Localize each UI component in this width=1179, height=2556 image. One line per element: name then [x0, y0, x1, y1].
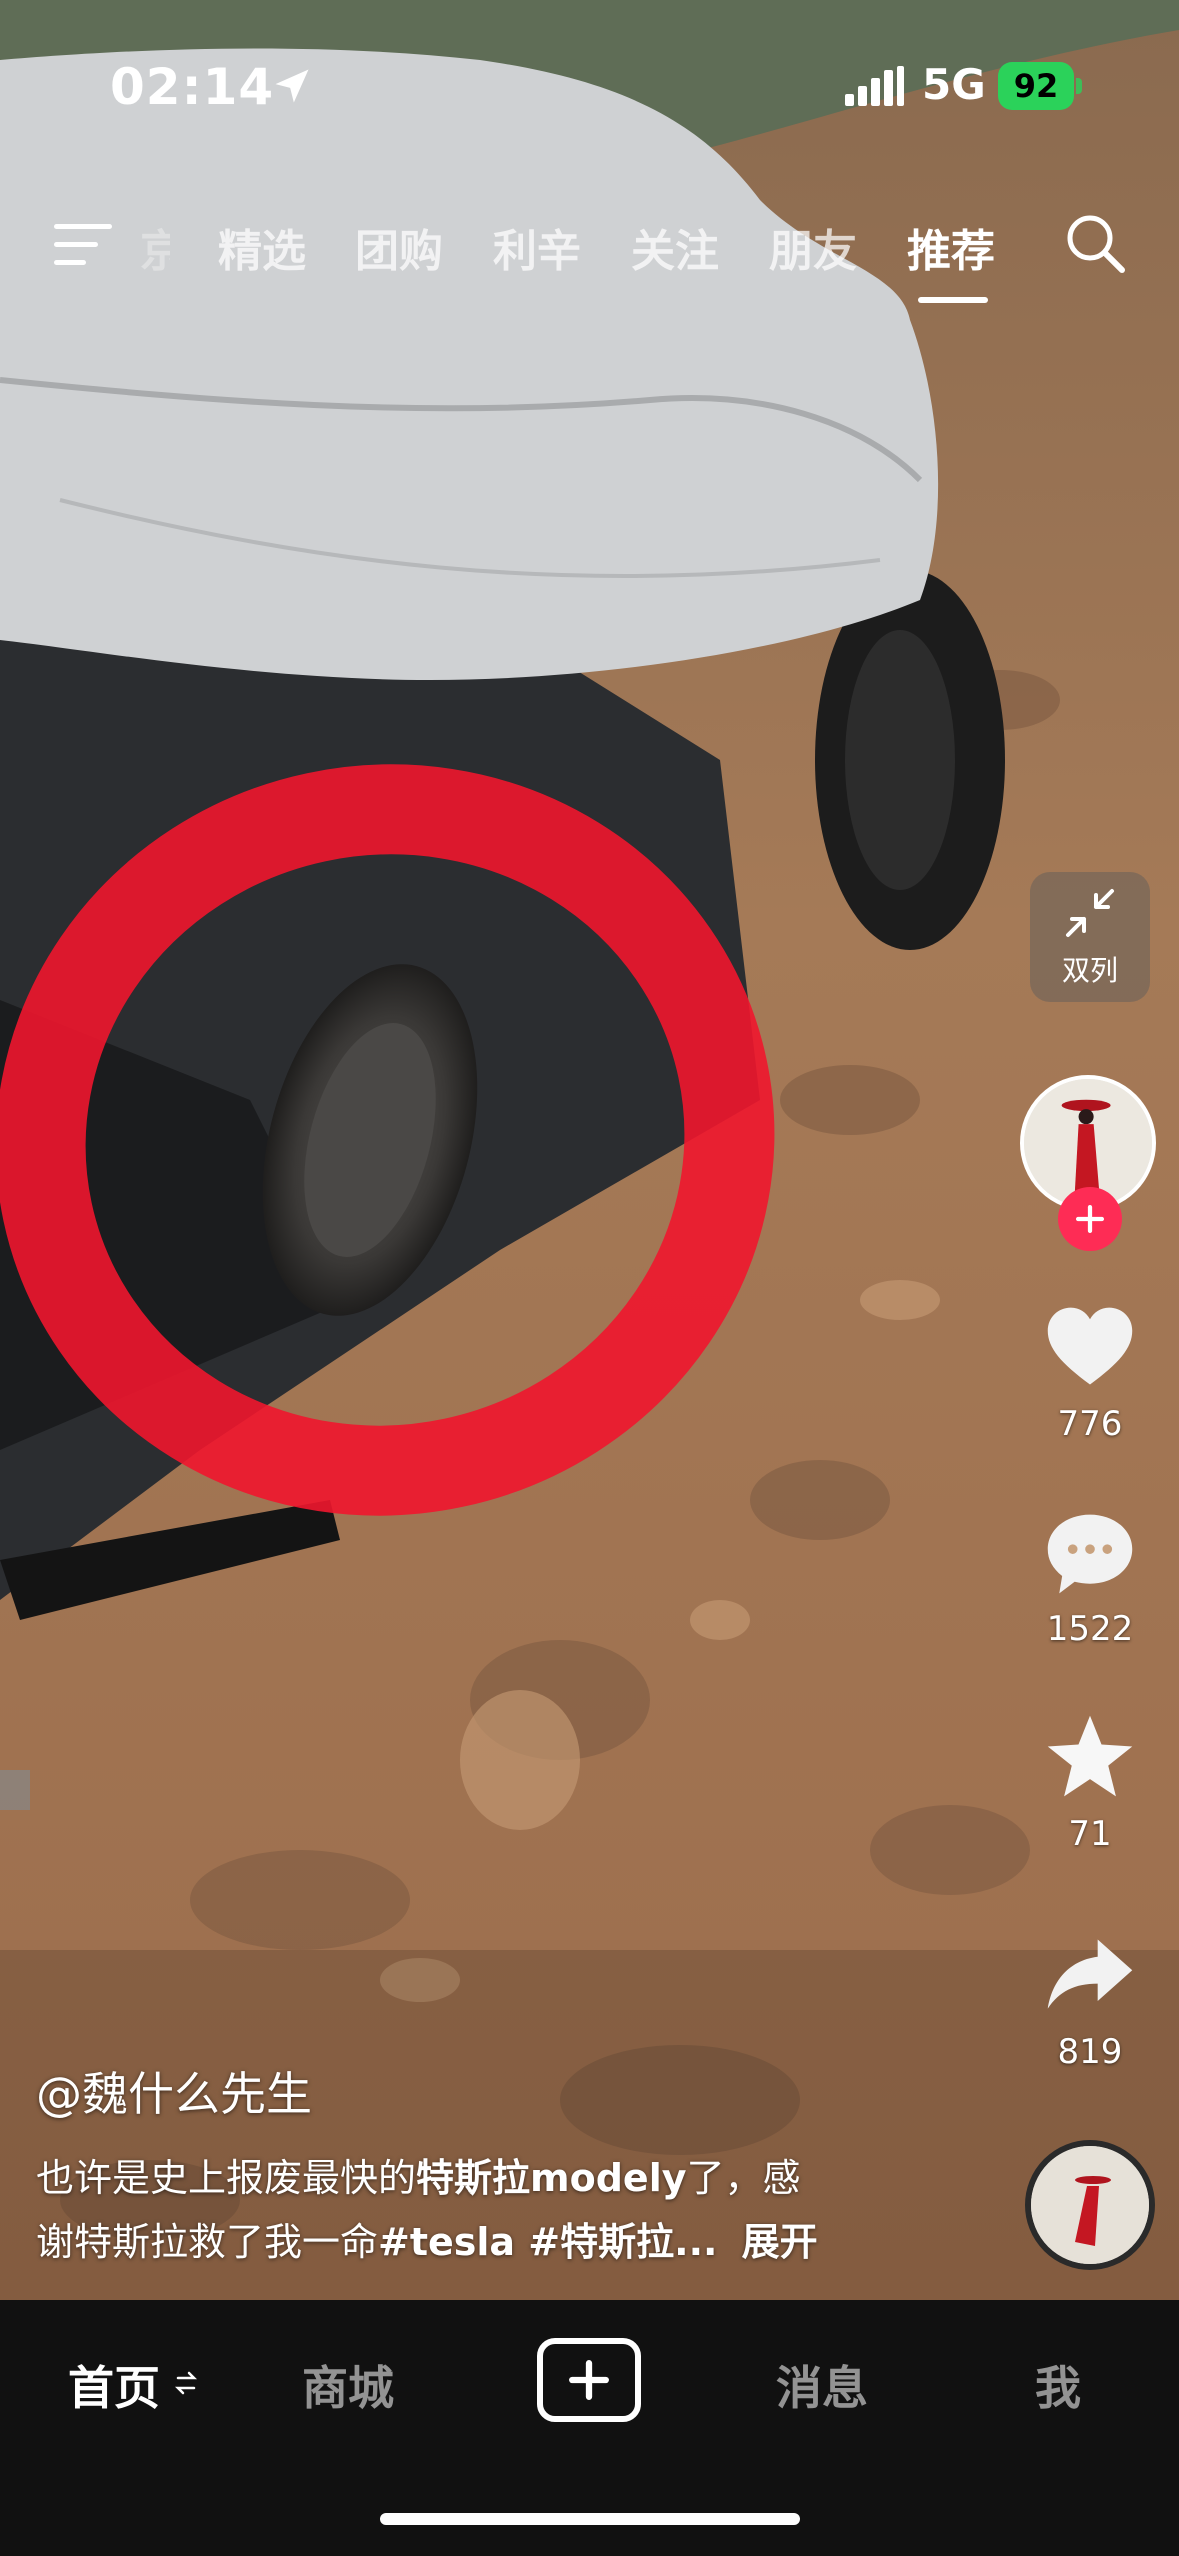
- comment-bubble-icon: [1047, 1514, 1133, 1594]
- caption-line-2: 谢特斯拉救了我一命#tesla #特斯拉... 展开: [36, 2210, 916, 2274]
- comment-count: 1522: [1046, 1609, 1134, 1649]
- author-name[interactable]: @魏什么先生: [36, 2058, 312, 2124]
- video-frame[interactable]: [0, 0, 1179, 2300]
- plus-icon: [569, 2360, 609, 2400]
- refresh-arrows-icon[interactable]: [174, 2368, 198, 2398]
- battery-tip: [1076, 78, 1082, 94]
- favorite-count: 71: [1068, 1814, 1112, 1854]
- share-button[interactable]: 819: [1030, 1928, 1150, 2072]
- share-arrow-icon: [1047, 1939, 1133, 2009]
- post-caption[interactable]: 也许是史上报废最快的特斯拉modely了，感 谢特斯拉救了我一命#tesla #…: [36, 2146, 916, 2274]
- home-indicator[interactable]: [380, 2513, 800, 2525]
- crashed-car-video-image: [0, 0, 1179, 2300]
- tab-friends[interactable]: 朋友: [769, 215, 857, 279]
- share-count: 819: [1057, 2032, 1123, 2072]
- follow-button[interactable]: [1058, 1187, 1122, 1251]
- create-post-button[interactable]: [537, 2338, 641, 2422]
- tab-recommended[interactable]: 推荐: [907, 215, 995, 279]
- network-type: 5G: [922, 60, 986, 109]
- menu-icon[interactable]: [52, 220, 114, 270]
- collapse-arrows-icon: [1066, 889, 1114, 937]
- caption-hashtags[interactable]: #tesla #特斯拉...: [378, 2220, 717, 2264]
- tab-group-buy[interactable]: 团购: [355, 215, 443, 279]
- tab-following[interactable]: 关注: [631, 215, 719, 279]
- search-icon[interactable]: [1062, 210, 1128, 276]
- caption-line-1: 也许是史上报废最快的特斯拉modely了，感: [36, 2146, 916, 2210]
- plus-icon: [1075, 1204, 1105, 1234]
- status-time: 02:14: [110, 58, 275, 116]
- status-bar: 02:14 5G 92: [0, 0, 1179, 150]
- caption-text-2: 了，感: [686, 2156, 801, 2200]
- heart-icon: [1047, 1307, 1133, 1385]
- like-button[interactable]: 776: [1030, 1300, 1150, 1444]
- nav-home[interactable]: 首页: [68, 2352, 160, 2418]
- music-disc[interactable]: [1025, 2140, 1155, 2270]
- tab-city[interactable]: 京: [140, 215, 170, 279]
- dual-column-button[interactable]: 双列: [1030, 872, 1150, 1002]
- battery-level: 92: [1013, 67, 1059, 105]
- nav-messages[interactable]: 消息: [776, 2352, 868, 2418]
- location-arrow-icon: [275, 69, 309, 103]
- active-tab-indicator: [918, 297, 988, 303]
- music-cover-icon: [1031, 2146, 1149, 2264]
- like-count: 776: [1057, 1404, 1123, 1444]
- caption-text-3: 谢特斯拉救了我一命: [36, 2220, 379, 2264]
- cellular-signal-icon: [845, 66, 904, 106]
- tab-local[interactable]: 利辛: [493, 215, 581, 279]
- tab-featured[interactable]: 精选: [218, 215, 306, 279]
- favorite-button[interactable]: 71: [1030, 1710, 1150, 1854]
- comment-button[interactable]: 1522: [1030, 1505, 1150, 1649]
- caption-product-link[interactable]: 特斯拉modely: [416, 2156, 686, 2200]
- nav-mall[interactable]: 商城: [302, 2352, 394, 2418]
- nav-me[interactable]: 我: [1035, 2352, 1081, 2418]
- dual-column-label: 双列: [1061, 954, 1118, 987]
- caption-expand[interactable]: 展开: [742, 2220, 818, 2264]
- star-icon: [1047, 1715, 1133, 1797]
- caption-text-1: 也许是史上报废最快的: [36, 2156, 417, 2200]
- battery-indicator: 92: [998, 62, 1074, 110]
